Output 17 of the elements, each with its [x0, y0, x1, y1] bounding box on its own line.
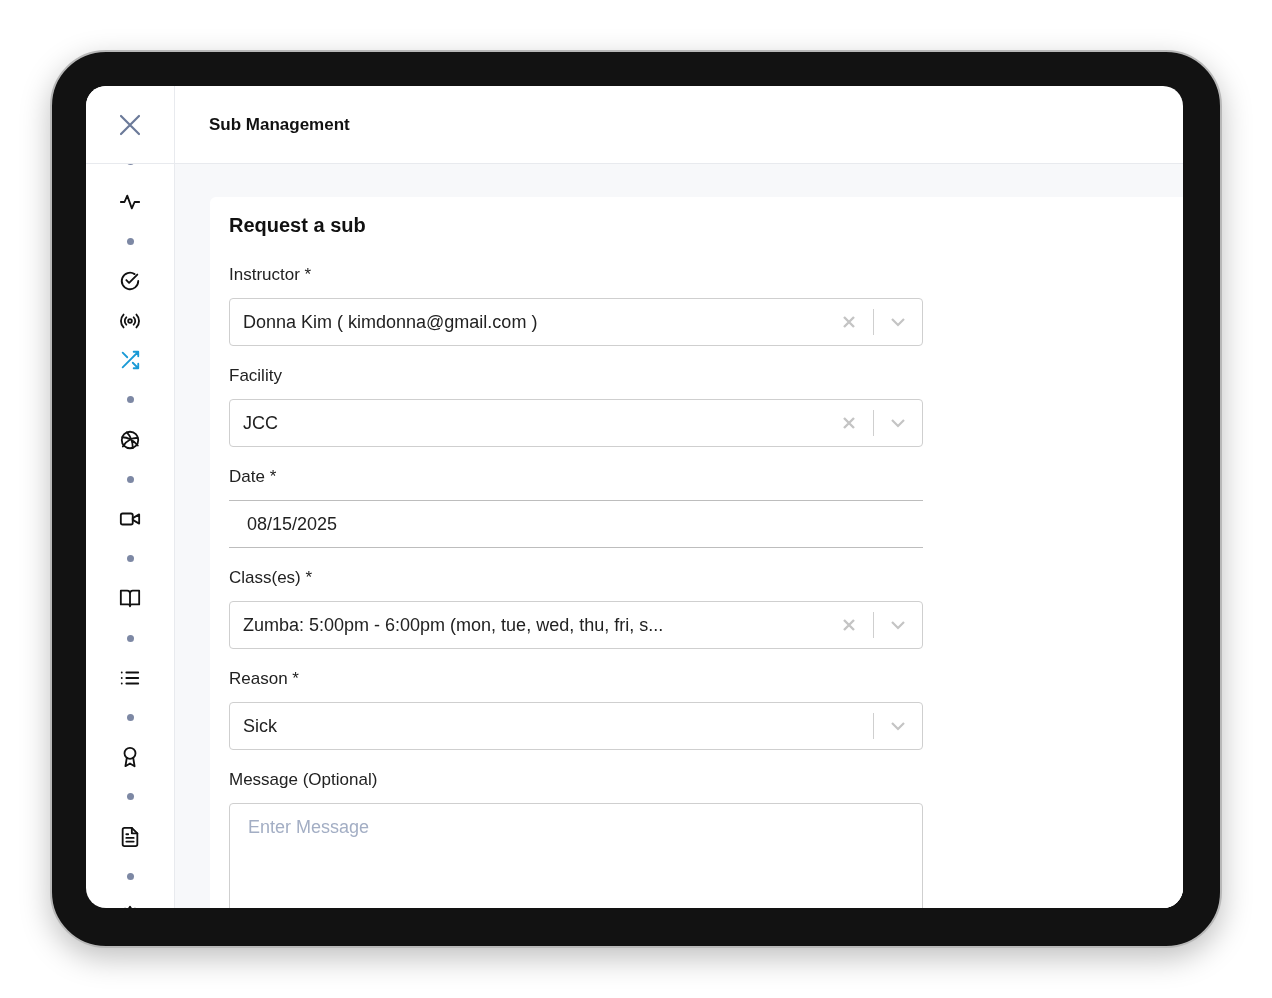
field-label: Date *: [229, 467, 278, 487]
select-field[interactable]: Sick: [229, 702, 923, 750]
field-label: Reason *: [229, 669, 300, 689]
field-label: Class(es) *: [229, 568, 314, 588]
book-icon: [119, 587, 141, 610]
check-circle-icon: [119, 269, 141, 292]
date-field[interactable]: 08/15/2025: [229, 500, 923, 548]
document-icon: [119, 825, 141, 848]
field-label: Message (Optional): [229, 770, 379, 790]
page-title: Sub Management: [209, 114, 350, 135]
field-label: Facility: [229, 366, 283, 386]
shuffle-icon: [119, 349, 141, 372]
ball-icon: [119, 428, 141, 451]
close-icon: [119, 113, 141, 136]
field-label: Instructor *: [229, 265, 313, 285]
message-field[interactable]: Enter Message: [229, 803, 923, 908]
form-title: Request a sub: [229, 214, 367, 237]
